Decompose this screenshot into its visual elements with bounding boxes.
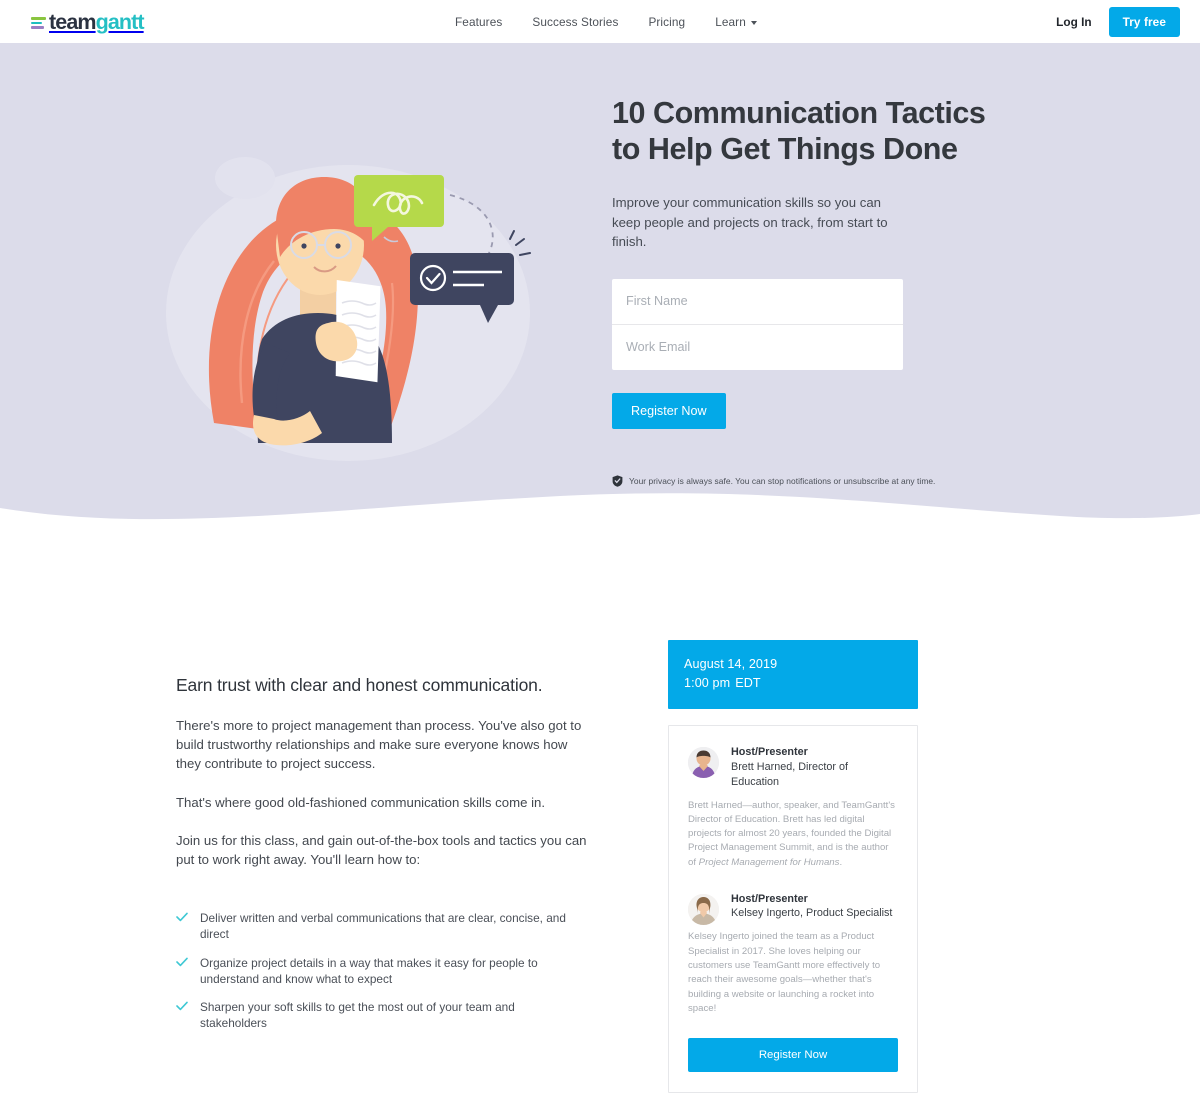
- presenter-bio-book-title: Project Management for Humans: [698, 856, 840, 868]
- list-item: Organize project details in a way that m…: [176, 955, 576, 987]
- header-actions: Log In Try free: [1056, 0, 1180, 43]
- presenter-bio-part-1: Kelsey Ingerto joined the team as a Prod…: [688, 931, 881, 1014]
- hero-title-line-2: to Help Get Things Done: [612, 131, 958, 166]
- teamgantt-logo[interactable]: teamgantt: [31, 10, 145, 34]
- nav-item-pricing[interactable]: Pricing: [648, 15, 685, 29]
- logo-bars-icon: [31, 15, 46, 29]
- nav-item-features-label: Features: [455, 14, 503, 29]
- content-left-column: Earn trust with clear and honest communi…: [176, 673, 588, 1043]
- hero-section: 10 Communication Tactics to Help Get Thi…: [0, 43, 1200, 530]
- list-item-label: Sharpen your soft skills to get the most…: [200, 1000, 515, 1031]
- logo-word-team: team: [49, 10, 96, 34]
- checkmark-icon: [176, 1001, 188, 1011]
- checkmark-icon: [176, 912, 188, 922]
- presenter-brett-harned-body: Host/Presenter Brett Harned, Director of…: [688, 745, 898, 870]
- checkmark-icon: [176, 957, 188, 966]
- nav-item-success-stories-label: Success Stories: [532, 14, 619, 29]
- content-paragraph-2: That's where good old-fashioned communic…: [176, 794, 546, 810]
- event-time-row: 1:00 pm EDT: [684, 674, 902, 693]
- hero-wave-divider: [0, 493, 1200, 530]
- main-content: Earn trust with clear and honest communi…: [0, 530, 1200, 1110]
- presenter-name: Kelsey Ingerto, Product Specialist: [731, 907, 893, 920]
- hero-copy: 10 Communication Tactics to Help Get Thi…: [612, 96, 1032, 487]
- event-date-banner: August 14, 2019 1:00 pm EDT: [668, 640, 918, 709]
- nav-item-success-stories[interactable]: Success Stories: [532, 15, 618, 29]
- try-free-button[interactable]: Try free: [1108, 6, 1180, 37]
- presenter-kelsey-ingerto: Host/Presenter Kelsey Ingerto, Product S…: [688, 892, 898, 1016]
- section-title: Earn trust with clear and honest communi…: [176, 675, 543, 695]
- hero-signup-form: [612, 278, 903, 370]
- hero-subtitle: Improve your communication skills so you…: [612, 195, 888, 249]
- presenter-role: Host/Presenter: [731, 892, 808, 905]
- nav-item-features[interactable]: Features: [455, 15, 502, 29]
- list-item-label: Organize project details in a way that m…: [200, 955, 538, 986]
- content-paragraph-1: There's more to project management than …: [176, 718, 582, 772]
- list-item: Sharpen your soft skills to get the most…: [176, 999, 576, 1031]
- nav-item-learn[interactable]: Learn: [715, 15, 757, 29]
- presenter-kelsey-ingerto-body: Host/Presenter Kelsey Ingerto, Product S…: [688, 892, 898, 1016]
- presenter-name: Brett Harned, Director of Education: [731, 760, 849, 788]
- hero-title-line-1: 10 Communication Tactics: [612, 96, 986, 130]
- page-title: 10 Communication Tactics to Help Get Thi…: [612, 96, 1032, 167]
- hero-illustration: [166, 157, 531, 461]
- avatar-kelsey-ingerto: [688, 893, 719, 925]
- learning-outcomes-list: Deliver written and verbal communication…: [176, 910, 588, 1031]
- chevron-down-icon: [750, 20, 757, 25]
- login-link[interactable]: Log In: [1056, 15, 1091, 29]
- avatar-brett-harned: [688, 747, 719, 778]
- list-item: Deliver written and verbal communication…: [176, 910, 576, 942]
- event-time: 1:00 pm: [684, 676, 731, 690]
- logo-wordmark: teamgantt: [49, 10, 145, 34]
- presenter-bio: Kelsey Ingerto joined the team as a Prod…: [688, 930, 898, 1016]
- event-date: August 14, 2019: [684, 657, 778, 671]
- event-timezone: EDT: [735, 676, 761, 690]
- hero-register-now-button[interactable]: Register Now: [612, 392, 726, 429]
- list-item-label: Deliver written and verbal communication…: [200, 911, 566, 942]
- nav-item-learn-label: Learn: [715, 14, 746, 29]
- logo-word-gantt: gantt: [95, 10, 145, 34]
- presenter-brett-harned: Host/Presenter Brett Harned, Director of…: [688, 745, 898, 870]
- content-paragraph-3: Join us for this class, and gain out-of-…: [176, 832, 587, 868]
- presenter-bio: Brett Harned—author, speaker, and TeamGa…: [688, 799, 898, 870]
- site-header: teamgantt Features Success Stories Prici…: [0, 0, 1200, 43]
- main-navigation: Features Success Stories Pricing Learn: [455, 0, 757, 43]
- first-name-input[interactable]: [612, 278, 903, 324]
- presenter-card: Host/Presenter Brett Harned, Director of…: [668, 725, 918, 1094]
- presenter-bio-part-2: .: [839, 856, 843, 868]
- nav-item-pricing-label: Pricing: [648, 14, 686, 29]
- work-email-input[interactable]: [612, 324, 903, 370]
- presenter-role: Host/Presenter: [731, 746, 808, 758]
- card-register-now-button[interactable]: Register Now: [688, 1038, 898, 1073]
- event-sidebar: August 14, 2019 1:00 pm EDT Host/Present…: [668, 640, 918, 1094]
